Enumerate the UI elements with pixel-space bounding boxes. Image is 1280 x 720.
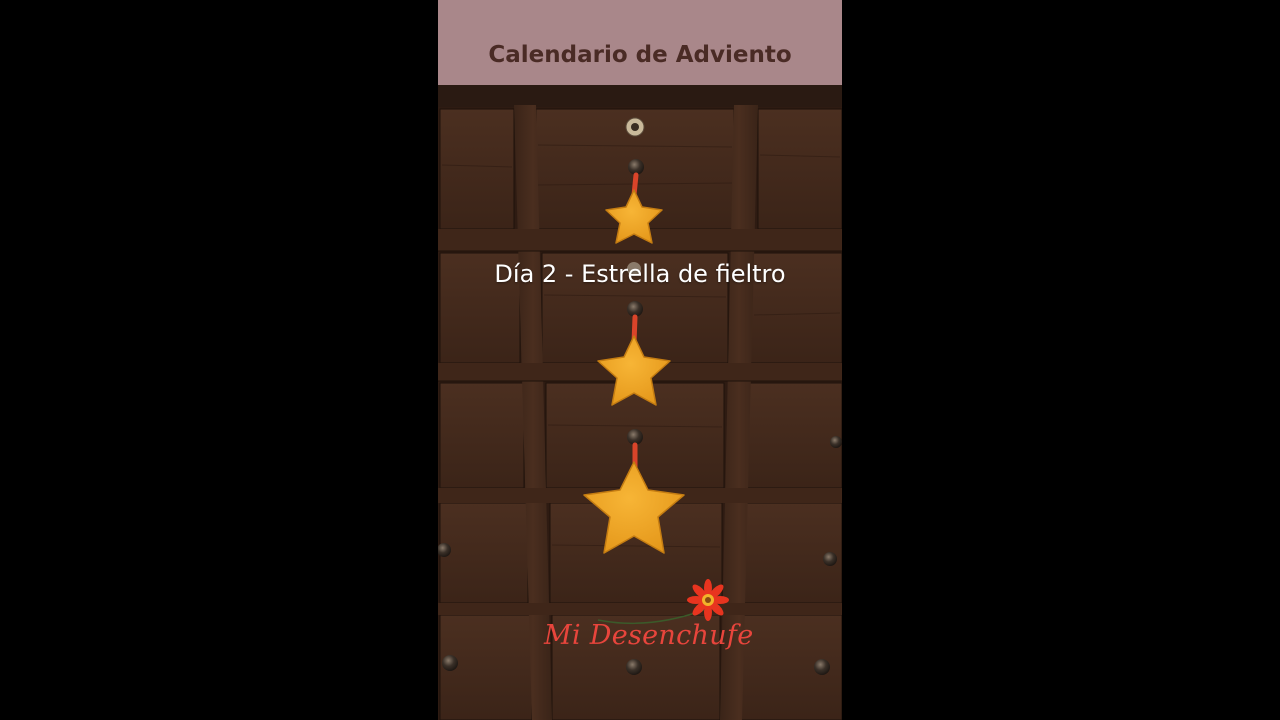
brand-logo-text: Mi Desenchufe [544,620,754,651]
video-frame: Calendario de Adviento Día 2 - Estrella … [438,0,842,720]
cabinet-top-rail [438,85,842,107]
page-title: Calendario de Adviento [488,42,792,68]
video-caption: Día 2 - Estrella de fieltro [494,260,786,288]
title-banner: Calendario de Adviento [438,0,842,85]
